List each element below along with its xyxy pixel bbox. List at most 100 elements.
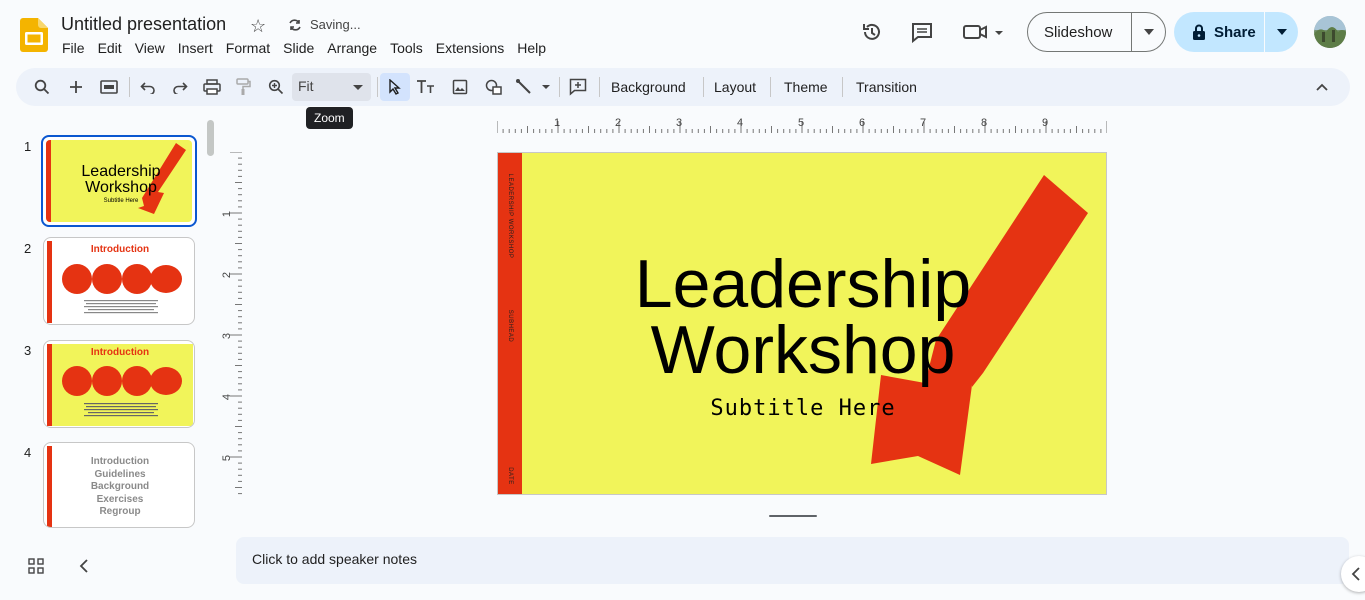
layout-button[interactable]: Layout bbox=[714, 79, 756, 95]
document-title[interactable]: Untitled presentation bbox=[61, 14, 226, 35]
shape-icon[interactable] bbox=[482, 75, 506, 99]
line-tool-icon[interactable] bbox=[514, 75, 554, 99]
ruler-mark: 7 bbox=[920, 117, 927, 129]
divider bbox=[129, 77, 130, 97]
ruler-mark: 6 bbox=[859, 117, 866, 129]
notes-resize-handle[interactable] bbox=[769, 515, 817, 517]
background-button[interactable]: Background bbox=[611, 79, 686, 95]
menu-edit[interactable]: Edit bbox=[98, 40, 122, 56]
slide-subtitle[interactable]: Subtitle Here bbox=[588, 396, 1018, 421]
slides-logo-icon[interactable] bbox=[20, 18, 48, 52]
ruler-mark: 1 bbox=[554, 117, 561, 129]
star-icon[interactable]: ☆ bbox=[250, 16, 266, 37]
zoom-value: Fit bbox=[298, 78, 314, 94]
ruler-mark: 1 bbox=[221, 210, 234, 218]
toolbar: Fit Background Layout Theme Transition bbox=[16, 68, 1350, 106]
slide-thumbnail-2[interactable]: Introduction bbox=[43, 237, 195, 325]
ruler-mark: 8 bbox=[981, 117, 988, 129]
menu-bar: File Edit View Insert Format Slide Arran… bbox=[62, 40, 559, 56]
share-button[interactable]: Share bbox=[1174, 12, 1298, 52]
slide-number: 4 bbox=[24, 445, 32, 460]
slideshow-button[interactable]: Slideshow bbox=[1027, 12, 1166, 52]
zoom-in-icon[interactable] bbox=[264, 75, 288, 99]
menu-file[interactable]: File bbox=[62, 40, 85, 56]
menu-view[interactable]: View bbox=[135, 40, 165, 56]
menu-format[interactable]: Format bbox=[226, 40, 270, 56]
ruler-mark: 5 bbox=[798, 117, 805, 129]
zoom-select[interactable]: Fit bbox=[292, 73, 371, 101]
speaker-notes-placeholder[interactable]: Click to add speaker notes bbox=[252, 551, 417, 567]
menu-tools[interactable]: Tools bbox=[390, 40, 423, 56]
meet-icon[interactable] bbox=[962, 19, 1006, 45]
chevron-down-icon bbox=[353, 85, 363, 90]
ruler-mark: 4 bbox=[737, 117, 744, 129]
ruler-mark: 5 bbox=[221, 454, 234, 462]
share-label: Share bbox=[1214, 23, 1256, 41]
ruler-mark: 9 bbox=[1042, 117, 1049, 129]
agenda-line: Background bbox=[90, 481, 150, 492]
add-comment-icon[interactable] bbox=[566, 75, 590, 99]
chevron-up-icon[interactable] bbox=[1310, 75, 1334, 99]
ruler-mark: 2 bbox=[615, 117, 622, 129]
zoom-tooltip: Zoom bbox=[306, 107, 353, 129]
expand-side-panel-button[interactable] bbox=[1341, 556, 1365, 592]
collapse-filmstrip-icon[interactable] bbox=[74, 556, 94, 576]
menu-arrange[interactable]: Arrange bbox=[327, 40, 377, 56]
grid-view-icon[interactable] bbox=[26, 556, 46, 576]
slide-thumbnail-3[interactable]: Introduction bbox=[43, 340, 195, 428]
divider bbox=[770, 77, 771, 97]
divider bbox=[377, 77, 378, 97]
menu-extensions[interactable]: Extensions bbox=[436, 40, 504, 56]
version-history-icon[interactable] bbox=[859, 19, 885, 45]
agenda-line: Regroup bbox=[99, 506, 141, 517]
circles-graphic bbox=[62, 264, 182, 314]
slideshow-label[interactable]: Slideshow bbox=[1028, 24, 1131, 41]
thumbnail-title: Leadership Workshop bbox=[66, 164, 176, 196]
thumbnail-agenda: Introduction Guidelines Background Exerc… bbox=[44, 456, 194, 519]
ruler-mark: 2 bbox=[221, 271, 234, 279]
image-icon[interactable] bbox=[448, 75, 472, 99]
lock-icon bbox=[1193, 24, 1205, 40]
transition-button[interactable]: Transition bbox=[856, 79, 917, 95]
slide-thumbnail-4[interactable]: Introduction Guidelines Background Exerc… bbox=[43, 442, 195, 528]
slides-app: Untitled presentation ☆ Saving... File E… bbox=[0, 0, 1365, 600]
ruler-labels: 1 2 3 4 5 bbox=[220, 152, 234, 495]
slide-thumbnail-1[interactable]: Leadership Workshop Subtitle Here bbox=[41, 135, 197, 227]
thumbnail-title-line: Workshop bbox=[85, 179, 157, 196]
slide-number: 1 bbox=[24, 139, 32, 154]
agenda-line: Exercises bbox=[96, 493, 144, 505]
divider bbox=[599, 77, 600, 97]
sync-icon bbox=[289, 18, 301, 31]
avatar[interactable] bbox=[1314, 16, 1346, 48]
agenda-line: Guidelines bbox=[94, 468, 146, 480]
filmstrip-scrollbar[interactable] bbox=[207, 120, 214, 156]
menu-slide[interactable]: Slide bbox=[283, 40, 314, 56]
thumbnail-subtitle: Subtitle Here bbox=[103, 198, 139, 204]
chevron-down-icon[interactable] bbox=[1132, 29, 1165, 35]
menu-insert[interactable]: Insert bbox=[178, 40, 213, 56]
chevron-left-icon bbox=[1351, 567, 1360, 581]
slide-number: 2 bbox=[24, 241, 32, 256]
ruler-mark: 4 bbox=[221, 393, 234, 401]
slide-layout-icon[interactable] bbox=[97, 75, 121, 99]
ruler-mark: 3 bbox=[676, 117, 683, 129]
divider bbox=[559, 77, 560, 97]
slide-canvas[interactable]: LEADERSHIP WORKSHOP SUBHEAD DATE Leaders… bbox=[497, 152, 1107, 495]
chevron-down-icon[interactable] bbox=[1265, 29, 1298, 35]
theme-button[interactable]: Theme bbox=[784, 79, 828, 95]
divider bbox=[842, 77, 843, 97]
print-icon[interactable] bbox=[200, 75, 224, 99]
undo-icon[interactable] bbox=[136, 75, 160, 99]
agenda-line: Introduction bbox=[90, 456, 150, 467]
speaker-notes[interactable]: Click to add speaker notes bbox=[236, 537, 1349, 584]
share-main[interactable]: Share bbox=[1174, 24, 1264, 41]
redo-icon[interactable] bbox=[168, 75, 192, 99]
comments-icon[interactable] bbox=[909, 19, 935, 45]
menu-help[interactable]: Help bbox=[517, 40, 546, 56]
text-box-icon[interactable] bbox=[414, 75, 438, 99]
new-slide-icon[interactable] bbox=[64, 75, 88, 99]
slide-title[interactable]: Leadership Workshop bbox=[588, 250, 1018, 384]
select-tool-icon[interactable] bbox=[380, 73, 410, 101]
search-icon[interactable] bbox=[30, 75, 54, 99]
paint-format-icon[interactable] bbox=[231, 75, 255, 99]
